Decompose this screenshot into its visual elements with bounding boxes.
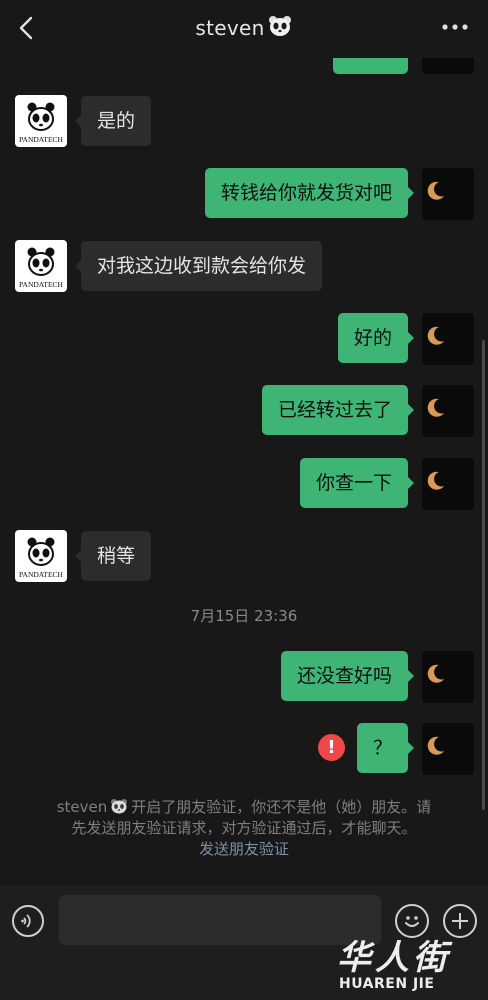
chat-area[interactable]: PANDATECH 是的 转钱给你就发货对吧 PANDATECH 对我这边收到款… (0, 0, 488, 885)
moon-icon (427, 664, 444, 683)
send-failed-icon[interactable]: ! (318, 734, 345, 761)
moon-icon (427, 736, 444, 755)
friend-verification-notice: steven 开启了朋友验证，你还不是他（她）朋友。请 先发送朋友验证请求，对方… (40, 797, 448, 860)
moon-icon (427, 398, 444, 417)
message-text: 还没查好吗 (296, 665, 392, 687)
panda-logo-icon: PANDATECH (19, 537, 64, 579)
panda-logo-icon: PANDATECH (19, 102, 64, 144)
notice-line-1: 开启了朋友验证，你还不是他（她）朋友。请 (131, 798, 432, 816)
header-bar: steven (0, 0, 488, 58)
chat-title: steven (0, 14, 488, 40)
watermark-latin: HUAREN JIE (339, 976, 435, 992)
message-bubble[interactable]: 转钱给你就发货对吧 (204, 168, 415, 218)
chat-title-text: steven (195, 16, 265, 40)
message-bubble[interactable]: 是的 (74, 96, 152, 146)
moon-icon (427, 326, 444, 345)
message-bubble[interactable]: 好的 (337, 313, 415, 363)
panda-logo-icon: PANDATECH (19, 247, 64, 289)
message-text: 你查一下 (315, 472, 392, 494)
voice-button[interactable] (12, 905, 44, 937)
message-input[interactable] (59, 895, 381, 945)
voice-icon (21, 914, 31, 928)
moon-icon (427, 471, 444, 490)
message-bubble[interactable]: 还没查好吗 (280, 651, 415, 701)
message-bubble[interactable]: 对我这边收到款会给你发 (74, 241, 323, 291)
message-bubble[interactable]: 你查一下 (299, 458, 415, 508)
my-avatar[interactable] (422, 723, 474, 775)
message-text: ？ (372, 737, 392, 759)
send-verification-link[interactable]: 发送朋友验证 (199, 840, 289, 858)
panda-emoji-icon (268, 16, 291, 36)
notice-line-2: 先发送朋友验证请求，对方验证通过后，才能聊天。 (71, 819, 417, 837)
svg-text:PANDATECH: PANDATECH (19, 570, 63, 579)
svg-text:PANDATECH: PANDATECH (19, 135, 63, 144)
message-text: 好的 (353, 327, 392, 349)
my-avatar[interactable] (422, 458, 474, 510)
message-text: 是的 (97, 110, 136, 132)
notice-contact-name: steven (56, 798, 108, 816)
panda-emoji-icon (111, 799, 128, 814)
message-text: 转钱给你就发货对吧 (220, 182, 392, 204)
contact-avatar[interactable]: PANDATECH (15, 530, 67, 582)
my-avatar[interactable] (422, 168, 474, 220)
contact-avatar[interactable]: PANDATECH (15, 240, 67, 292)
timestamp: 7月15日 23:36 (190, 607, 298, 625)
message-bubble[interactable]: ？ (356, 723, 415, 773)
watermark: 华人街 HUAREN JIE (335, 930, 485, 1000)
message-text: 已经转过去了 (277, 399, 392, 421)
message-bubble[interactable]: 稍等 (74, 531, 152, 581)
my-avatar[interactable] (422, 313, 474, 365)
message-bubble[interactable]: 已经转过去了 (261, 385, 415, 435)
more-dots-icon[interactable] (442, 22, 468, 32)
watermark-chinese: 华人街 (337, 938, 451, 978)
my-avatar[interactable] (422, 385, 474, 437)
my-avatar[interactable] (422, 651, 474, 703)
moon-icon (427, 181, 444, 200)
svg-text:PANDATECH: PANDATECH (19, 280, 63, 289)
contact-avatar[interactable]: PANDATECH (15, 95, 67, 147)
message-text: 对我这边收到款会给你发 (97, 255, 307, 277)
message-text: 稍等 (97, 545, 136, 567)
scrollbar[interactable] (482, 340, 485, 810)
